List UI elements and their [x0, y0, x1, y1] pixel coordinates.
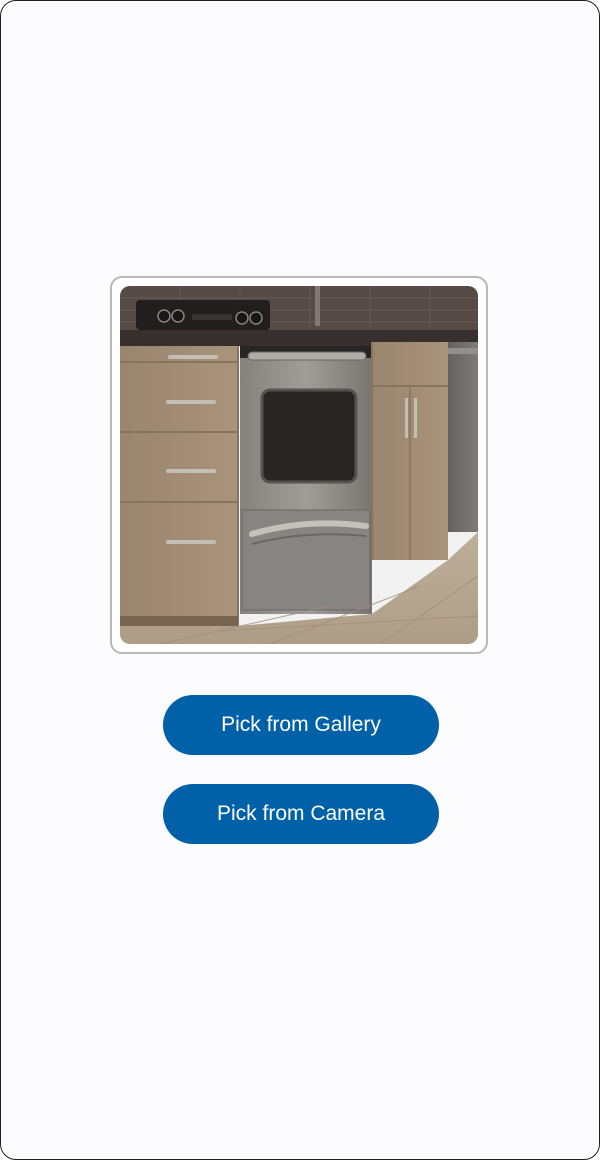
pick-from-gallery-button[interactable]: Pick from Gallery: [163, 695, 439, 755]
app-screen: Pick from Gallery Pick from Camera: [0, 0, 600, 1160]
pick-from-camera-button[interactable]: Pick from Camera: [163, 784, 439, 844]
kitchen-stove-image: [120, 286, 478, 644]
selected-image-card: [110, 276, 488, 654]
